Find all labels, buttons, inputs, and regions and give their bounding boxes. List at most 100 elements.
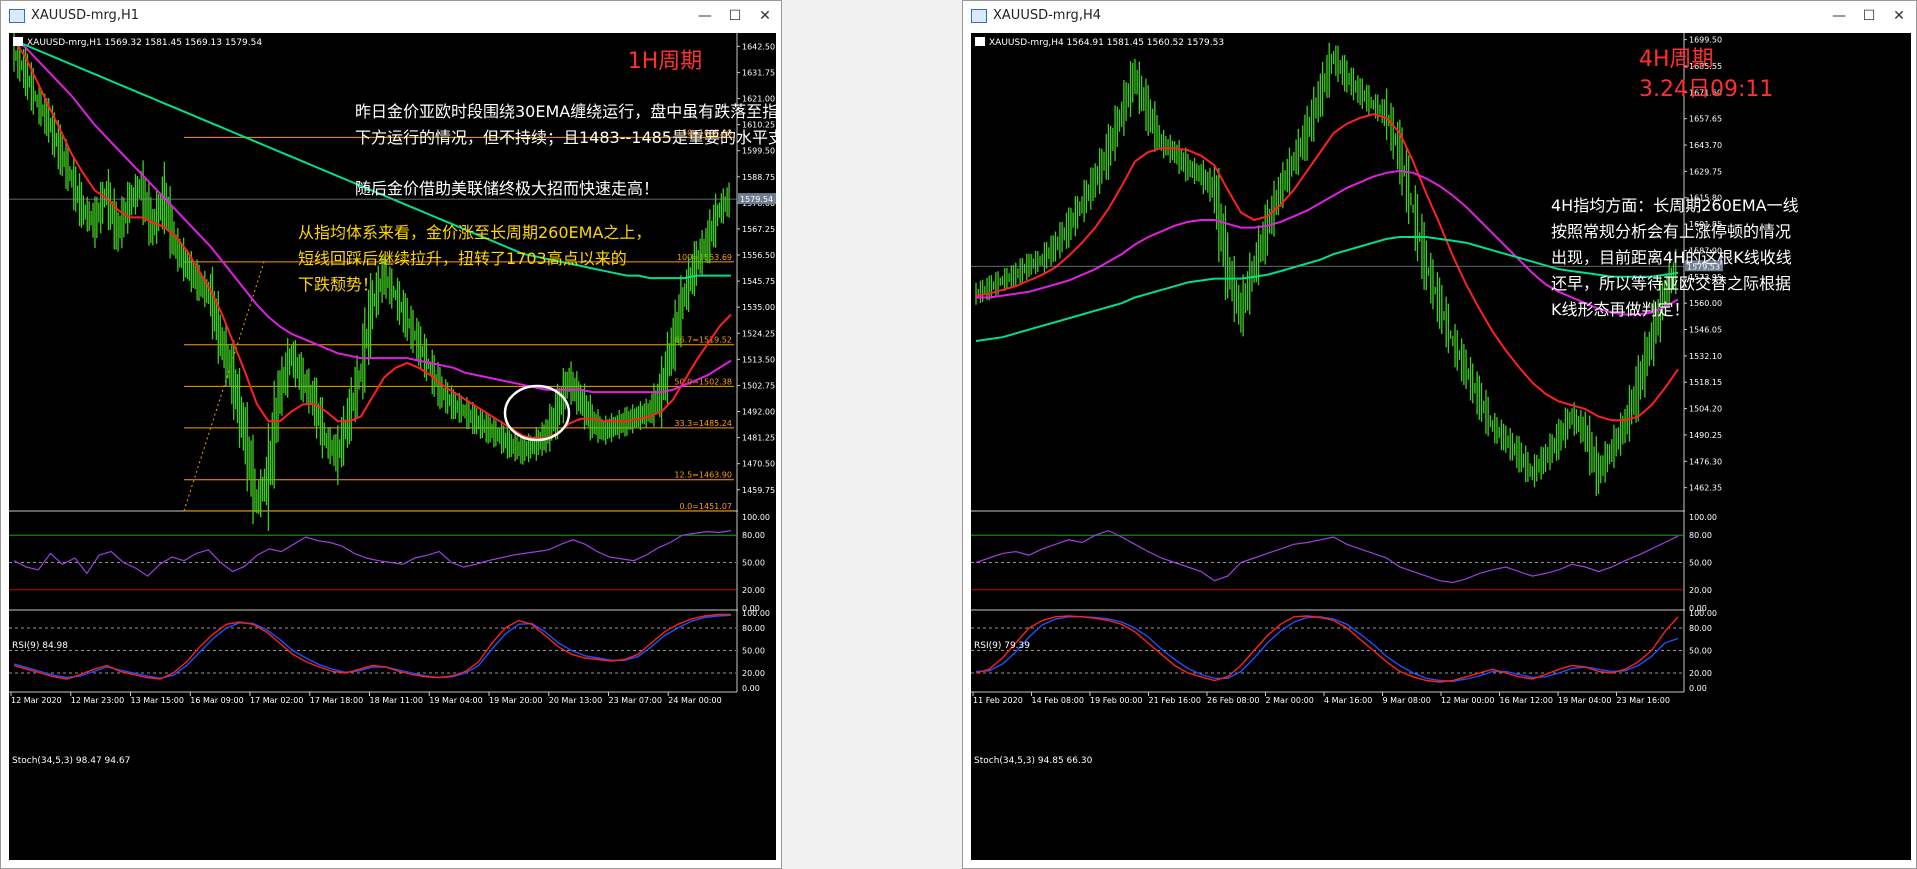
h1-price-tick-label: 1502.75: [742, 381, 775, 390]
h4-stoch-tick-label: 20.00: [1689, 669, 1712, 678]
h1-annotation-1: 昨日金价亚欧时段围绕30EMA缠绕运行，盘中虽有跌落至指均 下方运行的情况，但不…: [355, 102, 776, 147]
h4-price-tick-label: 1504.20: [1689, 405, 1722, 414]
h1-annotation-3-line-2: 短线回踩后继续拉升，扭转了1703高点以来的: [298, 249, 627, 268]
h1-annotation-3-line-1: 从指均体系来看，金价涨至长周期260EMA之上，: [298, 223, 651, 242]
h1-chart-window[interactable]: XAUUSD-mrg,H1 — ☐ ✕ 1642.50 1631.75 1621.0…: [0, 0, 816, 869]
chart-menu-icon[interactable]: [13, 37, 23, 46]
h1-window-title: XAUUSD-mrg,H1: [31, 8, 139, 23]
h1-price-tick-label: 1642.50: [742, 42, 775, 51]
h1-time-tick-label: 24 Mar 00:00: [668, 696, 721, 705]
h4-time-tick-label: 19 Mar 04:00: [1558, 696, 1611, 705]
h1-stoch-tick-label: 0.00: [742, 684, 760, 693]
h4-rsi-tick-label: 100.00: [1689, 513, 1717, 522]
h1-stoch-label: Stoch(34,5,3) 98.47 94.67: [12, 756, 130, 766]
h4-price-tick-label: 1518.15: [1689, 378, 1722, 387]
h1-time-tick-label: 23 Mar 07:00: [609, 696, 662, 705]
h4-time-tick-label: 11 Feb 2020: [973, 696, 1023, 705]
minimize-button[interactable]: —: [691, 5, 719, 27]
h4-price-tick-label: 1476.30: [1689, 457, 1722, 466]
h1-price-tick-label: 1492.00: [742, 408, 775, 417]
h1-time-tick-label: 12 Mar 2020: [11, 696, 62, 705]
h1-rsi-tick-label: 80.00: [742, 531, 765, 540]
h4-time-tick-label: 14 Feb 08:00: [1032, 696, 1084, 705]
h1-symbol: XAUUSD-mrg,H1: [27, 38, 102, 48]
h1-rsi-tick-label: 20.00: [742, 586, 765, 595]
h1-time-tick-label: 19 Mar 20:00: [489, 696, 542, 705]
h4-stoch-tick-label: 0.00: [1689, 684, 1707, 693]
h1-stoch-k-line: [13, 613, 731, 680]
h1-title-bar[interactable]: XAUUSD-mrg,H1 — ☐ ✕: [1, 1, 781, 31]
h1-stoch-tick-label: 20.00: [742, 669, 765, 678]
h1-fib-label: 66.7=1519.52: [674, 336, 732, 345]
h1-chart-svg[interactable]: 1642.501631.751621.001610.251599.501588.…: [9, 33, 816, 860]
h1-time-tick-label: 20 Mar 13:00: [549, 696, 602, 705]
h1-annotation-1-line-2: 下方运行的情况，但不持续；且1483--1485是重要的水平支撑。: [355, 128, 776, 147]
h4-price-tick-label: 1657.65: [1689, 115, 1722, 124]
h4-rsi-label: RSI(9) 79.39: [974, 641, 1030, 651]
h1-time-tick-label: 13 Mar 15:00: [131, 696, 184, 705]
h1-time-tick-label: 16 Mar 09:00: [190, 696, 243, 705]
h1-annotation-1-line-1: 昨日金价亚欧时段围绕30EMA缠绕运行，盘中虽有跌落至指均: [355, 102, 776, 121]
h4-annotation-1-line-2: 按照常规分析会有上涨停顿的情况: [1551, 222, 1791, 241]
h1-time-tick-label: 12 Mar 23:00: [71, 696, 124, 705]
h4-time-tick-label: 21 Feb 16:00: [1149, 696, 1201, 705]
h4-stoch-tick-label: 80.00: [1689, 624, 1712, 633]
h4-time-tick-label: 19 Feb 00:00: [1090, 696, 1142, 705]
h1-rsi-tick-label: 100.00: [742, 513, 770, 522]
h4-stoch-d-line: [975, 616, 1679, 683]
h1-price-tick-label: 1470.50: [742, 460, 775, 469]
maximize-button[interactable]: ☐: [721, 5, 749, 27]
h4-period-label: 4H周期: [1639, 47, 1714, 72]
h4-title-bar[interactable]: XAUUSD-mrg,H4 — ☐ ✕: [963, 1, 1916, 31]
minimize-button[interactable]: —: [1825, 5, 1853, 27]
close-button[interactable]: ✕: [751, 5, 779, 27]
h4-date-label: 3.24日09:11: [1639, 77, 1773, 102]
h1-chart-area[interactable]: 1642.50 1631.75 1621.00 1610.25 1599.50 1588.…: [9, 33, 816, 860]
h4-chart-area[interactable]: 1699.50 1685.55 1671.60 1657.65 1643.70 1629.…: [971, 33, 1911, 860]
h4-stoch-k-line: [975, 615, 1679, 683]
h4-rsi-tick-label: 20.00: [1689, 586, 1712, 595]
h1-current-price-label: 1579.54: [740, 195, 773, 204]
h4-time-tick-label: 23 Mar 16:00: [1617, 696, 1670, 705]
h1-price-tick-label: 1556.50: [742, 251, 775, 260]
h4-price-tick-label: 1532.10: [1689, 352, 1722, 361]
h4-time-tick-label: 4 Mar 16:00: [1324, 696, 1372, 705]
h1-price-tick-label: 1459.75: [742, 486, 775, 495]
h4-price-tick-label: 1560.00: [1689, 299, 1722, 308]
h1-ohlc: 1569.32 1581.45 1569.13 1579.54: [105, 38, 263, 48]
h4-symbol: XAUUSD-mrg,H4: [989, 38, 1064, 48]
h1-rsi-line: [13, 530, 732, 577]
h1-price-tick-label: 1631.75: [742, 68, 775, 77]
h1-price-tick-label: 1481.25: [742, 434, 775, 443]
h1-time-tick-label: 17 Mar 18:00: [310, 696, 363, 705]
h4-time-tick-label: 26 Feb 08:00: [1207, 696, 1259, 705]
h4-time-tick-label: 12 Mar 00:00: [1441, 696, 1494, 705]
h4-stoch-label: Stoch(34,5,3) 94.85 66.30: [974, 756, 1093, 766]
h4-chart-svg[interactable]: 1699.501685.551671.601657.651643.701629.…: [971, 33, 1911, 860]
h4-ohlc: 1564.91 1581.45 1560.52 1579.53: [1067, 38, 1224, 48]
h1-rsi-label: RSI(9) 84.98: [12, 641, 68, 651]
h1-fib-label: 0.0=1451.07: [679, 502, 732, 511]
h1-period-label: 1H周期: [628, 49, 703, 74]
svg-text:XAUUSD-mrg,H1 1569.32 1581.45: XAUUSD-mrg,H1 1569.32 1581.45 1569.13 15…: [27, 38, 262, 48]
h4-chart-window[interactable]: XAUUSD-mrg,H4 — ☐ ✕ 1699.50 1685.55 1671.6…: [962, 0, 1917, 869]
maximize-button[interactable]: ☐: [1855, 5, 1883, 27]
h1-price-tick-label: 1545.75: [742, 277, 775, 286]
h1-annotation-3: 从指均体系来看，金价涨至长周期260EMA之上， 短线回踩后继续拉升，扭转了17…: [298, 223, 657, 294]
h1-price-tick-label: 1599.50: [742, 147, 775, 156]
h1-stoch-tick-label: 80.00: [742, 624, 765, 633]
h1-time-tick-label: 19 Mar 04:00: [429, 696, 482, 705]
h1-stoch-tick-label: 50.00: [742, 647, 765, 656]
h4-annotation-1-line-1: 4H指均方面：长周期260EMA一线: [1551, 196, 1799, 215]
close-button[interactable]: ✕: [1885, 5, 1913, 27]
svg-text:XAUUSD-mrg,H4 1564.91 1581.45: XAUUSD-mrg,H4 1564.91 1581.45 1560.52 15…: [989, 38, 1224, 48]
h4-rsi-tick-label: 50.00: [1689, 559, 1712, 568]
h4-ma-line-30ema: [975, 113, 1679, 422]
chart-menu-icon[interactable]: [975, 37, 985, 46]
h1-price-tick-label: 1567.25: [742, 225, 775, 234]
h1-rsi-tick-label: 50.00: [742, 559, 765, 568]
chart-window-icon: [9, 9, 25, 23]
h4-price-tick-label: 1462.35: [1689, 484, 1722, 493]
h4-annotation-1-line-3: 出现，目前距离4H的这根K线收线: [1551, 248, 1792, 267]
h1-annotation-2: 随后金价借助美联储终极大招而快速走高！: [355, 179, 659, 198]
